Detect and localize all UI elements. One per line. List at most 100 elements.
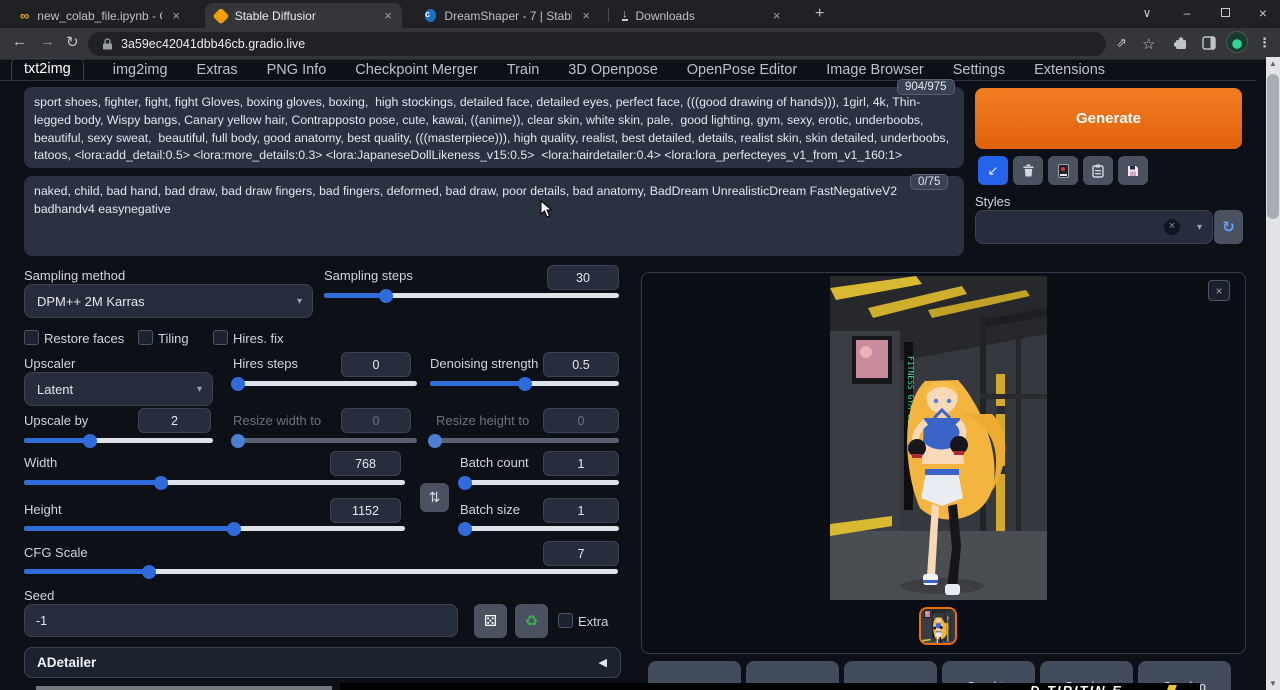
denoising-slider[interactable] bbox=[430, 381, 619, 386]
url-bar[interactable]: 3a59ec42041dbb46cb.gradio.live bbox=[88, 32, 1106, 56]
clear-prompt-button[interactable] bbox=[1013, 156, 1043, 185]
close-tab-icon[interactable]: × bbox=[384, 8, 392, 23]
browser-tab-dreamshaper[interactable]: c DreamShaper - 7 | Stable Diffusi × bbox=[415, 3, 600, 28]
window-maximize-button[interactable] bbox=[1208, 0, 1242, 28]
upscaler-dropdown[interactable]: Latent ▾ bbox=[24, 372, 213, 406]
random-seed-button[interactable]: ⚄ bbox=[474, 604, 507, 638]
new-tab-button[interactable]: + bbox=[815, 5, 824, 23]
batch-count-input[interactable]: 1 bbox=[543, 451, 619, 476]
webui-tab-strip: txt2img img2img Extras PNG Info Checkpoi… bbox=[24, 60, 1105, 81]
height-input[interactable]: 1152 bbox=[330, 498, 401, 523]
extra-networks-button[interactable] bbox=[1048, 156, 1078, 185]
tab-extensions[interactable]: Extensions bbox=[1034, 62, 1105, 81]
prompt-input[interactable]: sport shoes, fighter, fight, fight Glove… bbox=[24, 87, 964, 168]
browser-menu-kebab-icon[interactable]: ⋮ bbox=[1258, 35, 1271, 51]
scrollbar-thumb[interactable] bbox=[1267, 74, 1279, 219]
sampling-method-label: Sampling method bbox=[24, 268, 125, 283]
scroll-up-icon[interactable]: ▲ bbox=[1266, 57, 1280, 70]
video-watermark-bar: D TIRITIN E bbox=[340, 683, 1200, 690]
clear-styles-icon[interactable]: × bbox=[1164, 219, 1180, 235]
tiling-checkbox[interactable] bbox=[138, 330, 153, 345]
tab-img2img[interactable]: img2img bbox=[113, 62, 168, 81]
reuse-seed-button[interactable]: ♻ bbox=[515, 604, 548, 638]
swap-arrows-icon: ⇅ bbox=[429, 489, 441, 506]
close-tab-icon[interactable]: × bbox=[582, 8, 590, 23]
close-gallery-button[interactable]: × bbox=[1208, 280, 1230, 301]
watermark-text: D TIRITIN E bbox=[1030, 683, 1123, 690]
browser-tab-stable-diffusion[interactable]: Stable Diffusion × bbox=[205, 3, 402, 28]
generated-image[interactable]: FITNESS GYM CLUB 2023 bbox=[830, 276, 1047, 600]
hires-steps-input[interactable]: 0 bbox=[341, 352, 411, 377]
download-icon: ↓ bbox=[622, 10, 628, 21]
denoising-input[interactable]: 0.5 bbox=[543, 352, 619, 377]
seed-input[interactable]: -1 bbox=[24, 604, 458, 637]
sampling-steps-input[interactable]: 30 bbox=[547, 265, 619, 290]
width-input[interactable]: 768 bbox=[330, 451, 401, 476]
negative-token-counter: 0/75 bbox=[910, 174, 948, 190]
tab-png-info[interactable]: PNG Info bbox=[267, 62, 327, 81]
share-icon[interactable]: ⇗ bbox=[1116, 35, 1127, 51]
colab-icon: ∞ bbox=[20, 8, 29, 23]
resize-width-label: Resize width to bbox=[233, 413, 321, 428]
width-slider[interactable] bbox=[24, 480, 405, 485]
hires-steps-slider[interactable] bbox=[233, 381, 417, 386]
civitai-icon: c bbox=[425, 9, 436, 22]
adetailer-accordion[interactable]: ADetailer ◀ bbox=[24, 647, 621, 678]
tab-search-chevron-icon[interactable]: ∨ bbox=[1130, 0, 1164, 28]
forward-icon[interactable]: → bbox=[40, 33, 55, 50]
back-icon[interactable]: ← bbox=[12, 33, 27, 50]
cfg-scale-label: CFG Scale bbox=[24, 545, 88, 560]
upscale-by-slider[interactable] bbox=[24, 438, 213, 443]
negative-prompt-input[interactable]: naked, child, bad hand, bad draw, bad dr… bbox=[24, 176, 964, 256]
swap-dimensions-button[interactable]: ⇅ bbox=[420, 483, 449, 512]
cfg-scale-slider[interactable] bbox=[24, 569, 618, 574]
scroll-down-icon[interactable]: ▼ bbox=[1266, 677, 1280, 690]
tab-title: new_colab_file.ipynb - Colaborat bbox=[37, 9, 162, 23]
tab-settings[interactable]: Settings bbox=[953, 62, 1005, 81]
extensions-puzzle-icon[interactable] bbox=[1174, 36, 1188, 50]
close-tab-icon[interactable]: × bbox=[773, 8, 781, 23]
tab-title: Stable Diffusion bbox=[235, 9, 317, 23]
reload-icon[interactable]: ↻ bbox=[66, 33, 79, 51]
upscaler-label: Upscaler bbox=[24, 356, 75, 371]
generate-button[interactable]: Generate bbox=[975, 88, 1242, 149]
batch-size-input[interactable]: 1 bbox=[543, 498, 619, 523]
browser-profile-avatar[interactable] bbox=[1226, 31, 1248, 53]
tab-openpose-editor[interactable]: OpenPose Editor bbox=[687, 62, 797, 81]
side-panel-icon[interactable] bbox=[1202, 36, 1216, 50]
tab-extras[interactable]: Extras bbox=[197, 62, 238, 81]
tab-checkpoint-merger[interactable]: Checkpoint Merger bbox=[355, 62, 478, 81]
sampling-method-value: DPM++ 2M Karras bbox=[37, 294, 145, 309]
resize-width-slider bbox=[233, 438, 417, 443]
window-minimize-button[interactable]: – bbox=[1170, 0, 1204, 28]
tab-divider bbox=[0, 80, 1256, 81]
refresh-styles-button[interactable]: ↻ bbox=[1214, 210, 1243, 244]
apply-styles-button[interactable] bbox=[1083, 156, 1113, 185]
cfg-scale-input[interactable]: 7 bbox=[543, 541, 619, 566]
height-slider[interactable] bbox=[24, 526, 405, 531]
close-tab-icon[interactable]: × bbox=[172, 8, 180, 23]
sampling-method-dropdown[interactable]: DPM++ 2M Karras ▾ bbox=[24, 284, 313, 318]
accordion-collapse-icon: ◀ bbox=[599, 656, 607, 669]
tab-txt2img[interactable]: txt2img bbox=[11, 58, 84, 81]
cropped-panel-edge bbox=[36, 686, 332, 690]
tab-3d-openpose[interactable]: 3D Openpose bbox=[568, 62, 657, 81]
hires-fix-checkbox[interactable] bbox=[213, 330, 228, 345]
window-close-button[interactable]: × bbox=[1246, 0, 1280, 28]
batch-count-slider[interactable] bbox=[460, 480, 619, 485]
gallery-thumbnail-selected[interactable]: FITNESS GYM CLUB 2023 bbox=[919, 607, 957, 645]
batch-size-slider[interactable] bbox=[460, 526, 619, 531]
resize-height-label: Resize height to bbox=[436, 413, 529, 428]
paste-params-button[interactable]: ↙ bbox=[978, 156, 1008, 185]
bookmark-star-icon[interactable]: ☆ bbox=[1142, 35, 1155, 53]
sampling-steps-slider[interactable] bbox=[324, 293, 619, 298]
browser-tab-colab[interactable]: ∞ new_colab_file.ipynb - Colaborat × bbox=[10, 3, 190, 28]
tab-train[interactable]: Train bbox=[507, 62, 540, 81]
browser-tab-downloads[interactable]: ↓ Downloads × bbox=[612, 3, 797, 28]
styles-dropdown[interactable]: × ▾ bbox=[975, 210, 1213, 244]
restore-faces-checkbox[interactable] bbox=[24, 330, 39, 345]
upscale-by-input[interactable]: 2 bbox=[138, 408, 211, 433]
save-style-button[interactable] bbox=[1118, 156, 1148, 185]
screen: ∞ new_colab_file.ipynb - Colaborat × Sta… bbox=[0, 0, 1280, 690]
extra-seed-checkbox[interactable] bbox=[558, 613, 573, 628]
